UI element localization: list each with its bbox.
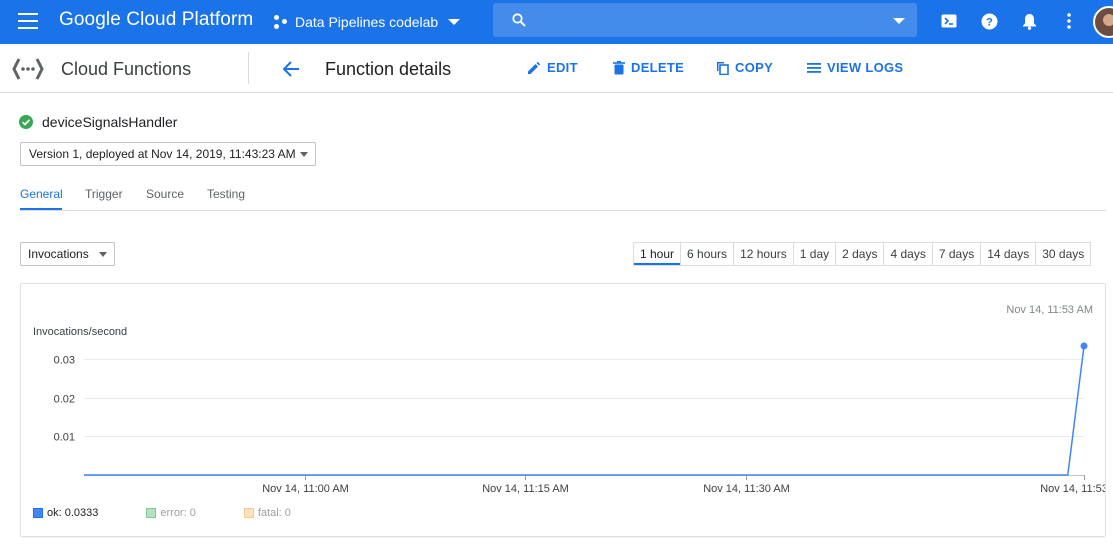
x-tick-label: Nov 14, 11:53 AM <box>1040 483 1105 495</box>
project-selector[interactable]: Data Pipelines codelab <box>274 11 461 33</box>
copy-button[interactable]: COPY <box>716 60 773 75</box>
edit-label: EDIT <box>547 60 578 75</box>
legend-fatal[interactable]: fatal: 0 <box>243 507 291 519</box>
cloud-functions-icon <box>12 58 44 80</box>
metric-value: Invocations <box>28 247 89 261</box>
delete-label: DELETE <box>631 60 685 75</box>
y-tick-label: 0.01 <box>54 432 75 444</box>
range-4-days[interactable]: 4 days <box>883 243 931 265</box>
y-tick-label: 0.03 <box>54 355 75 367</box>
legend-ok-label: ok: 0.0333 <box>47 507 99 519</box>
metric-select[interactable]: Invocations <box>20 242 115 266</box>
range-30-days[interactable]: 30 days <box>1035 243 1090 265</box>
detail-tabs: General Trigger Source Testing <box>20 180 1106 211</box>
chevron-down-icon <box>448 19 461 25</box>
page-header: Cloud Functions Function details EDIT DE… <box>0 44 1113 93</box>
x-tick-label: Nov 14, 11:30 AM <box>703 483 790 495</box>
check-circle-icon <box>19 115 33 129</box>
chart-legend: ok: 0.0333 error: 0 fatal: 0 <box>33 507 339 519</box>
search-input[interactable] <box>493 3 917 37</box>
notifications-icon[interactable] <box>1020 12 1038 30</box>
avatar[interactable] <box>1093 6 1113 38</box>
active-tab-indicator <box>20 208 62 210</box>
legend-fatal-swatch <box>243 508 254 518</box>
top-app-bar: Google Cloud Platform Data Pipelines cod… <box>0 0 1113 44</box>
delete-icon <box>613 60 625 74</box>
header-divider <box>248 52 249 84</box>
legend-ok[interactable]: ok: 0.0333 <box>33 507 98 519</box>
back-arrow-icon[interactable] <box>281 59 301 79</box>
invocations-chart[interactable]: 0.01 0.02 0.03 Nov 14, 11:00 AM Nov 14, 11:1… <box>21 284 1105 536</box>
tab-source[interactable]: Source <box>146 187 184 201</box>
product-title: Cloud Functions <box>61 59 192 79</box>
tab-trigger[interactable]: Trigger <box>85 187 123 201</box>
range-14-days[interactable]: 14 days <box>980 243 1035 265</box>
chevron-down-icon <box>99 252 107 257</box>
function-name-row: deviceSignalsHandler <box>19 114 177 130</box>
tab-general[interactable]: General <box>20 187 63 201</box>
x-tick-label: Nov 14, 11:00 AM <box>262 483 349 495</box>
legend-error[interactable]: error: 0 <box>146 507 196 519</box>
copy-icon <box>717 61 729 75</box>
search-icon <box>512 13 526 27</box>
x-tick-label: Nov 14, 11:15 AM <box>482 483 569 495</box>
time-range-selector: 1 hour 6 hours 12 hours 1 day 2 days 4 d… <box>633 242 1092 266</box>
edit-icon <box>528 61 541 74</box>
chevron-down-icon <box>300 152 308 157</box>
legend-error-label: error: 0 <box>160 507 196 519</box>
svg-text:?: ? <box>986 16 993 28</box>
legend-ok-swatch <box>33 508 43 518</box>
view-logs-label: VIEW LOGS <box>827 60 904 75</box>
view-logs-icon <box>807 62 821 73</box>
cloud-shell-icon[interactable] <box>940 12 958 30</box>
view-logs-button[interactable]: VIEW LOGS <box>807 60 903 75</box>
menu-icon[interactable] <box>18 13 38 29</box>
range-12-hours[interactable]: 12 hours <box>733 243 793 265</box>
version-select[interactable]: Version 1, deployed at Nov 14, 2019, 11:… <box>20 142 316 166</box>
function-name: deviceSignalsHandler <box>42 114 178 130</box>
search-dropdown-icon[interactable] <box>893 18 905 24</box>
range-1-hour[interactable]: 1 hour <box>634 243 680 265</box>
tab-testing[interactable]: Testing <box>207 187 245 201</box>
invocations-chart-card: Nov 14, 11:53 AM Invocations/second 0.01… <box>20 283 1106 537</box>
range-6-hours[interactable]: 6 hours <box>680 243 733 265</box>
brand-title[interactable]: Google Cloud Platform <box>59 9 253 31</box>
copy-label: COPY <box>735 60 774 75</box>
edit-button[interactable]: EDIT <box>527 60 578 75</box>
series-ok-line <box>84 345 1085 476</box>
legend-error-swatch <box>146 508 157 518</box>
range-7-days[interactable]: 7 days <box>931 243 980 265</box>
help-icon[interactable]: ? <box>980 12 998 30</box>
more-vert-icon[interactable] <box>1060 12 1078 30</box>
series-ok-point <box>1080 342 1088 350</box>
range-1-day[interactable]: 1 day <box>792 243 835 265</box>
project-icon <box>274 15 288 29</box>
legend-fatal-label: fatal: 0 <box>257 507 291 519</box>
page-title: Function details <box>325 59 452 79</box>
version-value: Version 1, deployed at Nov 14, 2019, 11:… <box>29 147 296 161</box>
range-2-days[interactable]: 2 days <box>835 243 883 265</box>
project-name: Data Pipelines codelab <box>295 14 439 30</box>
y-tick-label: 0.02 <box>54 394 75 406</box>
delete-button[interactable]: DELETE <box>613 60 684 75</box>
